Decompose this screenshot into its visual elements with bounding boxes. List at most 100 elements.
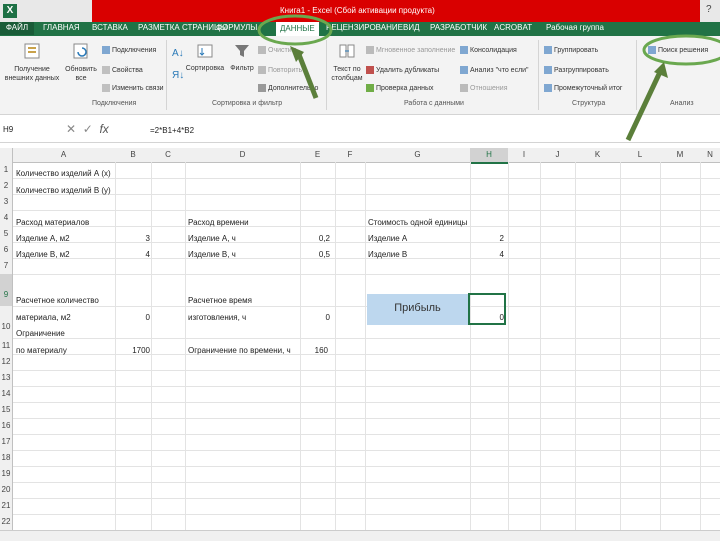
worksheet-grid[interactable]: A B C D E F G H I J K L M N 1 2 3 4 5 6 7 9 10 11 12 13 14 15 16 17 18…: [0, 148, 720, 531]
tab-review[interactable]: РЕЦЕНЗИРОВАНИЕ: [326, 23, 403, 32]
cell-f9[interactable]: 0: [290, 313, 330, 322]
tab-formulas[interactable]: ФОРМУЛЫ: [216, 23, 257, 32]
cell-f5[interactable]: 0,2: [290, 234, 330, 243]
row-header-20[interactable]: 20: [0, 482, 13, 499]
flash-fill-button[interactable]: Мгновенное заполнение: [366, 46, 455, 54]
column-header-a[interactable]: A: [12, 148, 116, 163]
cell-b5[interactable]: 3: [110, 234, 150, 243]
sort-az-icon[interactable]: A↓: [172, 48, 184, 59]
row-header-19[interactable]: 19: [0, 466, 13, 483]
cell-a10-line2[interactable]: по материалу: [16, 346, 67, 355]
group-button[interactable]: Группировать: [544, 46, 598, 54]
column-header-b[interactable]: B: [115, 148, 152, 163]
cell-a5[interactable]: Изделие А, м2: [16, 234, 70, 243]
cell-g9[interactable]: Прибыль: [367, 302, 468, 314]
tab-home[interactable]: ГЛАВНАЯ: [43, 23, 80, 32]
cell-d8[interactable]: Расчетное время: [188, 296, 252, 305]
row-header-13[interactable]: 13: [0, 370, 13, 387]
cell-h6[interactable]: 4: [466, 250, 504, 259]
connections-button[interactable]: Подключения: [102, 46, 156, 54]
row-header-2[interactable]: 2: [0, 178, 13, 195]
cell-b10[interactable]: 1700: [110, 346, 150, 355]
tab-view[interactable]: ВИД: [403, 23, 420, 32]
column-header-m[interactable]: M: [660, 148, 701, 163]
insert-function-icon[interactable]: fx: [99, 122, 108, 136]
ungroup-button[interactable]: Разгруппировать: [544, 66, 609, 74]
column-header-f[interactable]: F: [335, 148, 366, 163]
properties-button[interactable]: Свойства: [102, 66, 143, 74]
row-header-16[interactable]: 16: [0, 418, 13, 435]
column-header-h[interactable]: H: [470, 148, 509, 164]
tab-file[interactable]: ФАЙЛ: [0, 22, 34, 35]
row-header-9[interactable]: 9: [0, 274, 13, 307]
help-icon[interactable]: ?: [706, 4, 712, 15]
text-to-columns-button[interactable]: Текст по столбцам: [330, 42, 364, 83]
data-validation-button[interactable]: Проверка данных: [366, 84, 434, 92]
solver-button[interactable]: Поиск решения: [648, 46, 708, 54]
advanced-button[interactable]: Дополнительно: [258, 84, 318, 92]
clear-button[interactable]: Очистить: [258, 46, 298, 54]
row-header-11[interactable]: 11: [0, 338, 13, 355]
select-all-corner[interactable]: [0, 148, 13, 163]
row-header-5[interactable]: 5: [0, 226, 13, 243]
consolidate-button[interactable]: Консолидация: [460, 46, 517, 54]
tab-developer[interactable]: РАЗРАБОТЧИК: [430, 23, 487, 32]
enter-icon[interactable]: ✓: [83, 122, 93, 136]
cell-a6[interactable]: Изделие В, м2: [16, 250, 70, 259]
row-header-18[interactable]: 18: [0, 450, 13, 467]
cell-a8[interactable]: Расчетное количество: [16, 296, 99, 305]
row-header-3[interactable]: 3: [0, 194, 13, 211]
tab-acrobat[interactable]: ACROBAT: [494, 23, 532, 32]
name-box[interactable]: H9: [3, 123, 55, 137]
cell-d9[interactable]: изготовления, ч: [188, 313, 246, 322]
cell-d4[interactable]: Расход времени: [188, 218, 249, 227]
tab-workgroup[interactable]: Рабочая группа: [546, 23, 604, 32]
cell-a4[interactable]: Расход материалов: [16, 218, 89, 227]
sort-za-icon[interactable]: Я↓: [172, 70, 184, 81]
column-header-k[interactable]: K: [575, 148, 621, 163]
remove-duplicates-button[interactable]: Удалить дубликаты: [366, 66, 439, 74]
column-header-l[interactable]: L: [620, 148, 661, 163]
row-header-21[interactable]: 21: [0, 498, 13, 515]
formula-input[interactable]: =2*B1+4*B2: [150, 126, 194, 135]
column-header-n[interactable]: N: [700, 148, 720, 163]
row-header-12[interactable]: 12: [0, 354, 13, 371]
row-header-6[interactable]: 6: [0, 242, 13, 259]
row-header-17[interactable]: 17: [0, 434, 13, 451]
column-header-c[interactable]: C: [151, 148, 186, 163]
cell-g5[interactable]: Изделие А: [368, 234, 407, 243]
cell-d5[interactable]: Изделие А, ч: [188, 234, 236, 243]
cell-f6[interactable]: 0,5: [290, 250, 330, 259]
column-header-d[interactable]: D: [185, 148, 301, 163]
cell-a10-line1[interactable]: Ограничение: [16, 329, 65, 338]
tab-insert[interactable]: ВСТАВКА: [92, 23, 128, 32]
get-external-data-button[interactable]: Получение внешних данных: [4, 42, 60, 83]
row-header-7[interactable]: 7: [0, 258, 13, 275]
column-header-g[interactable]: G: [365, 148, 471, 163]
cell-a2[interactable]: Количество изделий В (y): [16, 186, 111, 195]
cell-h9[interactable]: 0: [468, 313, 504, 322]
cell-d6[interactable]: Изделие В, ч: [188, 250, 236, 259]
cell-g6[interactable]: Изделие В: [368, 250, 407, 259]
cell-a1[interactable]: Количество изделий А (x): [16, 169, 111, 178]
cell-d10[interactable]: Ограничение по времени, ч: [188, 346, 291, 355]
column-header-i[interactable]: I: [508, 148, 541, 163]
filter-button[interactable]: Фильтр: [228, 42, 256, 72]
relationships-button[interactable]: Отношения: [460, 84, 508, 92]
cell-g4[interactable]: Стоимость одной единицы: [368, 218, 467, 227]
refresh-all-button[interactable]: Обновить все: [64, 42, 98, 83]
column-header-j[interactable]: J: [540, 148, 576, 163]
cancel-icon[interactable]: ✕: [66, 122, 76, 136]
row-header-1[interactable]: 1: [0, 162, 13, 179]
reapply-button[interactable]: Повторить: [258, 66, 302, 74]
subtotal-button[interactable]: Промежуточный итог: [544, 84, 622, 92]
row-header-4[interactable]: 4: [0, 210, 13, 227]
cell-b6[interactable]: 4: [110, 250, 150, 259]
cell-a9[interactable]: материала, м2: [16, 313, 71, 322]
tab-data[interactable]: ДАННЫЕ: [276, 22, 319, 36]
cell-h5[interactable]: 2: [466, 234, 504, 243]
what-if-button[interactable]: Анализ "что если": [460, 66, 529, 74]
sort-button[interactable]: Сортировка: [184, 42, 226, 72]
row-header-22[interactable]: 22: [0, 514, 13, 531]
cell-f10[interactable]: 160: [288, 346, 328, 355]
